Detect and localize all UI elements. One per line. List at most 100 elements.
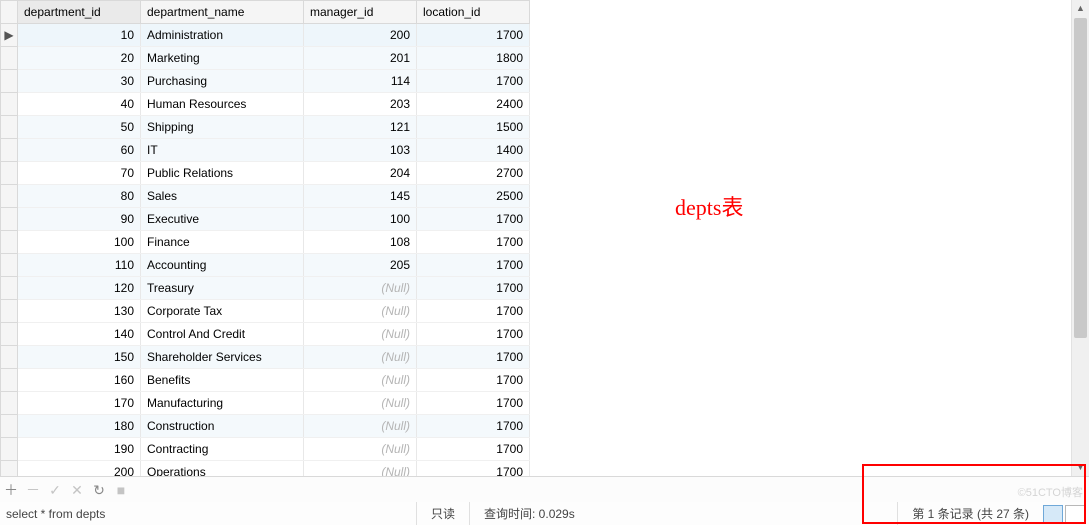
- cell-department_name[interactable]: Purchasing: [141, 70, 304, 93]
- cell-manager_id[interactable]: 145: [304, 185, 417, 208]
- cell-department_id[interactable]: 140: [18, 323, 141, 346]
- cell-manager_id[interactable]: 108: [304, 231, 417, 254]
- column-header-location_id[interactable]: location_id: [417, 1, 530, 24]
- cell-manager_id[interactable]: (Null): [304, 438, 417, 461]
- apply-button[interactable]: ✓: [44, 482, 66, 499]
- cell-department_id[interactable]: 160: [18, 369, 141, 392]
- cell-location_id[interactable]: 1700: [417, 415, 530, 438]
- cell-manager_id[interactable]: (Null): [304, 392, 417, 415]
- table-row[interactable]: 130Corporate Tax(Null)1700: [1, 300, 530, 323]
- cell-location_id[interactable]: 1700: [417, 277, 530, 300]
- cell-department_name[interactable]: Manufacturing: [141, 392, 304, 415]
- vertical-scrollbar[interactable]: ▲ ▼: [1071, 0, 1089, 476]
- cell-location_id[interactable]: 2700: [417, 162, 530, 185]
- cell-location_id[interactable]: 1700: [417, 346, 530, 369]
- scroll-up-arrow-icon[interactable]: ▲: [1072, 0, 1089, 17]
- table-row[interactable]: 100Finance1081700: [1, 231, 530, 254]
- cell-location_id[interactable]: 1700: [417, 254, 530, 277]
- table-row[interactable]: 160Benefits(Null)1700: [1, 369, 530, 392]
- cell-department_id[interactable]: 50: [18, 116, 141, 139]
- cell-location_id[interactable]: 1700: [417, 300, 530, 323]
- cell-department_id[interactable]: 40: [18, 93, 141, 116]
- cell-manager_id[interactable]: 103: [304, 139, 417, 162]
- column-header-manager_id[interactable]: manager_id: [304, 1, 417, 24]
- cell-manager_id[interactable]: 100: [304, 208, 417, 231]
- table-row[interactable]: 90Executive1001700: [1, 208, 530, 231]
- cell-department_id[interactable]: 130: [18, 300, 141, 323]
- table-row[interactable]: 70Public Relations2042700: [1, 162, 530, 185]
- cell-department_name[interactable]: Control And Credit: [141, 323, 304, 346]
- table-row[interactable]: 60IT1031400: [1, 139, 530, 162]
- cell-department_name[interactable]: Executive: [141, 208, 304, 231]
- cell-department_id[interactable]: 120: [18, 277, 141, 300]
- table-row[interactable]: 40Human Resources2032400: [1, 93, 530, 116]
- table-row[interactable]: 150Shareholder Services(Null)1700: [1, 346, 530, 369]
- cell-manager_id[interactable]: (Null): [304, 369, 417, 392]
- table-row[interactable]: 110Accounting2051700: [1, 254, 530, 277]
- cell-department_id[interactable]: 110: [18, 254, 141, 277]
- cell-location_id[interactable]: 1700: [417, 70, 530, 93]
- table-row[interactable]: 30Purchasing1141700: [1, 70, 530, 93]
- table-row[interactable]: 120Treasury(Null)1700: [1, 277, 530, 300]
- remove-row-button[interactable]: －: [22, 480, 44, 500]
- table-row[interactable]: 140Control And Credit(Null)1700: [1, 323, 530, 346]
- cell-department_name[interactable]: Treasury: [141, 277, 304, 300]
- cell-department_id[interactable]: 60: [18, 139, 141, 162]
- cell-department_id[interactable]: 180: [18, 415, 141, 438]
- cell-department_name[interactable]: Construction: [141, 415, 304, 438]
- cell-department_name[interactable]: Administration: [141, 24, 304, 47]
- cancel-button[interactable]: ✕: [66, 482, 88, 499]
- cell-department_id[interactable]: 20: [18, 47, 141, 70]
- cell-department_id[interactable]: 170: [18, 392, 141, 415]
- column-header-department_name[interactable]: department_name: [141, 1, 304, 24]
- cell-department_name[interactable]: Marketing: [141, 47, 304, 70]
- cell-manager_id[interactable]: 204: [304, 162, 417, 185]
- cell-department_name[interactable]: Shipping: [141, 116, 304, 139]
- table-row[interactable]: 20Marketing2011800: [1, 47, 530, 70]
- cell-manager_id[interactable]: (Null): [304, 300, 417, 323]
- cell-department_name[interactable]: Accounting: [141, 254, 304, 277]
- cell-department_id[interactable]: 10: [18, 24, 141, 47]
- cell-location_id[interactable]: 1700: [417, 392, 530, 415]
- cell-manager_id[interactable]: 114: [304, 70, 417, 93]
- cell-manager_id[interactable]: (Null): [304, 415, 417, 438]
- table-row[interactable]: 170Manufacturing(Null)1700: [1, 392, 530, 415]
- table-row[interactable]: 80Sales1452500: [1, 185, 530, 208]
- table-row[interactable]: ▶10Administration2001700: [1, 24, 530, 47]
- cell-manager_id[interactable]: 201: [304, 47, 417, 70]
- cell-department_id[interactable]: 100: [18, 231, 141, 254]
- cell-department_id[interactable]: 150: [18, 346, 141, 369]
- cell-location_id[interactable]: 1700: [417, 438, 530, 461]
- cell-location_id[interactable]: 1500: [417, 116, 530, 139]
- cell-location_id[interactable]: 1400: [417, 139, 530, 162]
- cell-department_name[interactable]: Public Relations: [141, 162, 304, 185]
- cell-location_id[interactable]: 2400: [417, 93, 530, 116]
- cell-department_name[interactable]: Shareholder Services: [141, 346, 304, 369]
- cell-department_id[interactable]: 190: [18, 438, 141, 461]
- cell-location_id[interactable]: 1700: [417, 24, 530, 47]
- cell-department_id[interactable]: 80: [18, 185, 141, 208]
- refresh-button[interactable]: ↻: [88, 482, 110, 499]
- cell-location_id[interactable]: 1800: [417, 47, 530, 70]
- cell-department_id[interactable]: 30: [18, 70, 141, 93]
- cell-department_name[interactable]: IT: [141, 139, 304, 162]
- cell-department_name[interactable]: Human Resources: [141, 93, 304, 116]
- cell-location_id[interactable]: 1700: [417, 323, 530, 346]
- stop-button[interactable]: ■: [110, 482, 132, 498]
- cell-department_id[interactable]: 70: [18, 162, 141, 185]
- cell-location_id[interactable]: 2500: [417, 185, 530, 208]
- cell-location_id[interactable]: 1700: [417, 208, 530, 231]
- table-row[interactable]: 50Shipping1211500: [1, 116, 530, 139]
- cell-manager_id[interactable]: (Null): [304, 346, 417, 369]
- results-grid[interactable]: department_iddepartment_namemanager_idlo…: [0, 0, 1072, 477]
- cell-department_name[interactable]: Benefits: [141, 369, 304, 392]
- table-row[interactable]: 190Contracting(Null)1700: [1, 438, 530, 461]
- cell-location_id[interactable]: 1700: [417, 369, 530, 392]
- cell-department_name[interactable]: Contracting: [141, 438, 304, 461]
- table-row[interactable]: 180Construction(Null)1700: [1, 415, 530, 438]
- cell-department_name[interactable]: Sales: [141, 185, 304, 208]
- cell-location_id[interactable]: 1700: [417, 231, 530, 254]
- cell-manager_id[interactable]: (Null): [304, 323, 417, 346]
- cell-manager_id[interactable]: 203: [304, 93, 417, 116]
- column-header-department_id[interactable]: department_id: [18, 1, 141, 24]
